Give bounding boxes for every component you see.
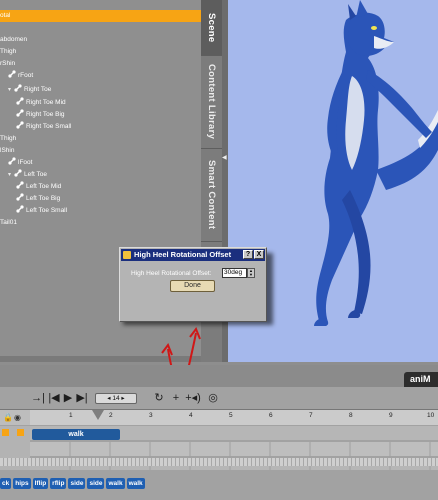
ruler-frame-number: 3 xyxy=(149,412,153,419)
tab-animate[interactable]: aniM xyxy=(404,372,438,387)
ruler-frame-number: 7 xyxy=(309,412,313,419)
tree-item[interactable]: Right Toe Mid xyxy=(16,97,66,109)
tree-item[interactable]: abdomen xyxy=(0,34,27,46)
tree-item-selected[interactable]: otal xyxy=(0,10,201,22)
tree-item-label: Tail01 xyxy=(0,219,17,226)
animation-chip[interactable]: lflip xyxy=(32,478,49,489)
animation-chip[interactable]: rflip xyxy=(50,478,67,489)
add-sound-key-icon[interactable]: +◂) xyxy=(184,391,202,405)
tree-item[interactable]: Right Toe Small xyxy=(16,121,71,133)
ruler-frame-number: 8 xyxy=(349,412,353,419)
tab-content-library[interactable]: Content Library xyxy=(201,56,222,149)
tree-item-label: Right Toe xyxy=(24,86,52,93)
lock-icon[interactable]: 🔒 xyxy=(3,413,13,422)
bone-icon xyxy=(14,84,22,92)
tree-item[interactable]: lFoot xyxy=(8,157,32,169)
done-button[interactable]: Done xyxy=(170,280,215,292)
go-to-end-icon[interactable]: →| xyxy=(30,391,46,405)
animation-chip-bar: ck hips lflip rflip side side walk walk xyxy=(0,478,145,490)
offset-spinner[interactable]: ▲ ▼ xyxy=(247,268,255,278)
animation-chip[interactable]: side xyxy=(68,478,86,489)
bone-icon xyxy=(16,121,24,129)
animation-chip[interactable]: walk xyxy=(106,478,125,489)
tree-item-label: lFoot xyxy=(18,159,33,166)
timeline-header xyxy=(0,365,438,387)
add-key-icon[interactable]: + xyxy=(170,391,182,405)
tree-item-label: Thigh xyxy=(0,48,17,55)
figure-leg xyxy=(342,190,371,314)
tree-item-label: Left Toe Small xyxy=(26,207,68,214)
offset-input[interactable]: 30deg xyxy=(222,268,247,278)
tree-item[interactable]: lShin xyxy=(0,145,14,157)
current-frame: 14 xyxy=(112,395,120,402)
high-heel-dialog: High Heel Rotational Offset ? X High Hee… xyxy=(119,247,267,322)
previous-frame-icon[interactable]: |◀ xyxy=(48,391,60,405)
tree-item-label: rFoot xyxy=(18,72,34,79)
bone-icon xyxy=(14,169,22,177)
app-icon xyxy=(123,251,131,259)
tree-item-label: Right Toe Big xyxy=(26,111,65,118)
record-icon[interactable]: ◎ xyxy=(206,391,220,405)
playhead-marker[interactable] xyxy=(92,410,104,420)
figure-head xyxy=(348,12,394,56)
bone-icon xyxy=(16,181,24,189)
animation-chip[interactable]: ck xyxy=(0,478,12,489)
tree-item[interactable]: Right Toe Big xyxy=(16,109,65,121)
tree-item[interactable]: Tail01 xyxy=(0,217,17,229)
cycle-icon[interactable]: ↻ xyxy=(152,391,166,405)
tree-item-label: Right Toe Mid xyxy=(26,99,66,106)
tree-item[interactable]: ▾ Left Toe xyxy=(8,169,47,181)
track-key-marker[interactable] xyxy=(17,429,24,436)
tree-item[interactable]: Thigh xyxy=(0,46,16,58)
tree-item[interactable]: rFoot xyxy=(8,70,33,82)
offset-field-label: High Heel Rotational Offset: xyxy=(131,270,212,277)
tree-item-label: Thigh xyxy=(0,135,17,142)
animation-chip[interactable]: walk xyxy=(126,478,145,489)
tree-item-label: Left Toe Mid xyxy=(26,183,62,190)
tree-item-label: rShin xyxy=(0,60,16,67)
tree-item[interactable]: Thigh xyxy=(0,133,16,145)
next-frame-icon[interactable]: ▶| xyxy=(76,391,88,405)
tree-item[interactable]: Left Toe Big xyxy=(16,193,60,205)
frame-ticks xyxy=(0,458,438,466)
bone-icon xyxy=(16,109,24,117)
tab-smart-content[interactable]: Smart Content xyxy=(201,149,222,242)
bone-icon xyxy=(16,193,24,201)
tree-item-label: lShin xyxy=(0,147,15,154)
ruler-frame-number: 2 xyxy=(109,412,113,419)
play-icon[interactable]: ▶ xyxy=(62,391,74,405)
tree-item-label: Left Toe Big xyxy=(26,195,61,202)
close-button[interactable]: X xyxy=(254,250,264,259)
tree-item[interactable]: ▾ Right Toe xyxy=(8,84,51,96)
dialog-title: High Heel Rotational Offset xyxy=(134,250,232,259)
frame-ruler[interactable]: 1 2 3 4 5 6 7 8 9 10 xyxy=(30,409,438,425)
eye-icon[interactable]: ◉ xyxy=(14,413,21,422)
ruler-frame-number: 5 xyxy=(229,412,233,419)
help-button[interactable]: ? xyxy=(243,250,253,259)
frame-stepper[interactable]: ◂ 14 ▸ xyxy=(95,393,137,404)
tree-item[interactable]: Left Toe Small xyxy=(16,205,67,217)
ruler-frame-number: 1 xyxy=(69,412,73,419)
tab-scene[interactable]: Scene xyxy=(201,0,222,56)
tree-item-label: Right Toe Small xyxy=(26,123,72,130)
bone-icon xyxy=(8,70,16,78)
bone-icon xyxy=(16,97,24,105)
walk-animation-block[interactable]: walk xyxy=(32,429,120,440)
track-key-marker[interactable] xyxy=(2,429,9,436)
ruler-frame-number: 4 xyxy=(189,412,193,419)
ruler-frame-number: 6 xyxy=(269,412,273,419)
bone-icon xyxy=(16,205,24,213)
tree-item[interactable]: rShin xyxy=(0,58,15,70)
ruler-frame-number: 10 xyxy=(427,412,435,419)
tree-item-label: Left Toe xyxy=(24,171,48,178)
track-controls: 🔒 ◉ xyxy=(0,409,30,425)
bone-icon xyxy=(8,157,16,165)
tree-item[interactable]: Left Toe Mid xyxy=(16,181,61,193)
ruler-frame-number: 9 xyxy=(389,412,393,419)
figure-eye xyxy=(371,26,377,30)
animation-chip[interactable]: side xyxy=(87,478,105,489)
animation-chip[interactable]: hips xyxy=(13,478,31,489)
